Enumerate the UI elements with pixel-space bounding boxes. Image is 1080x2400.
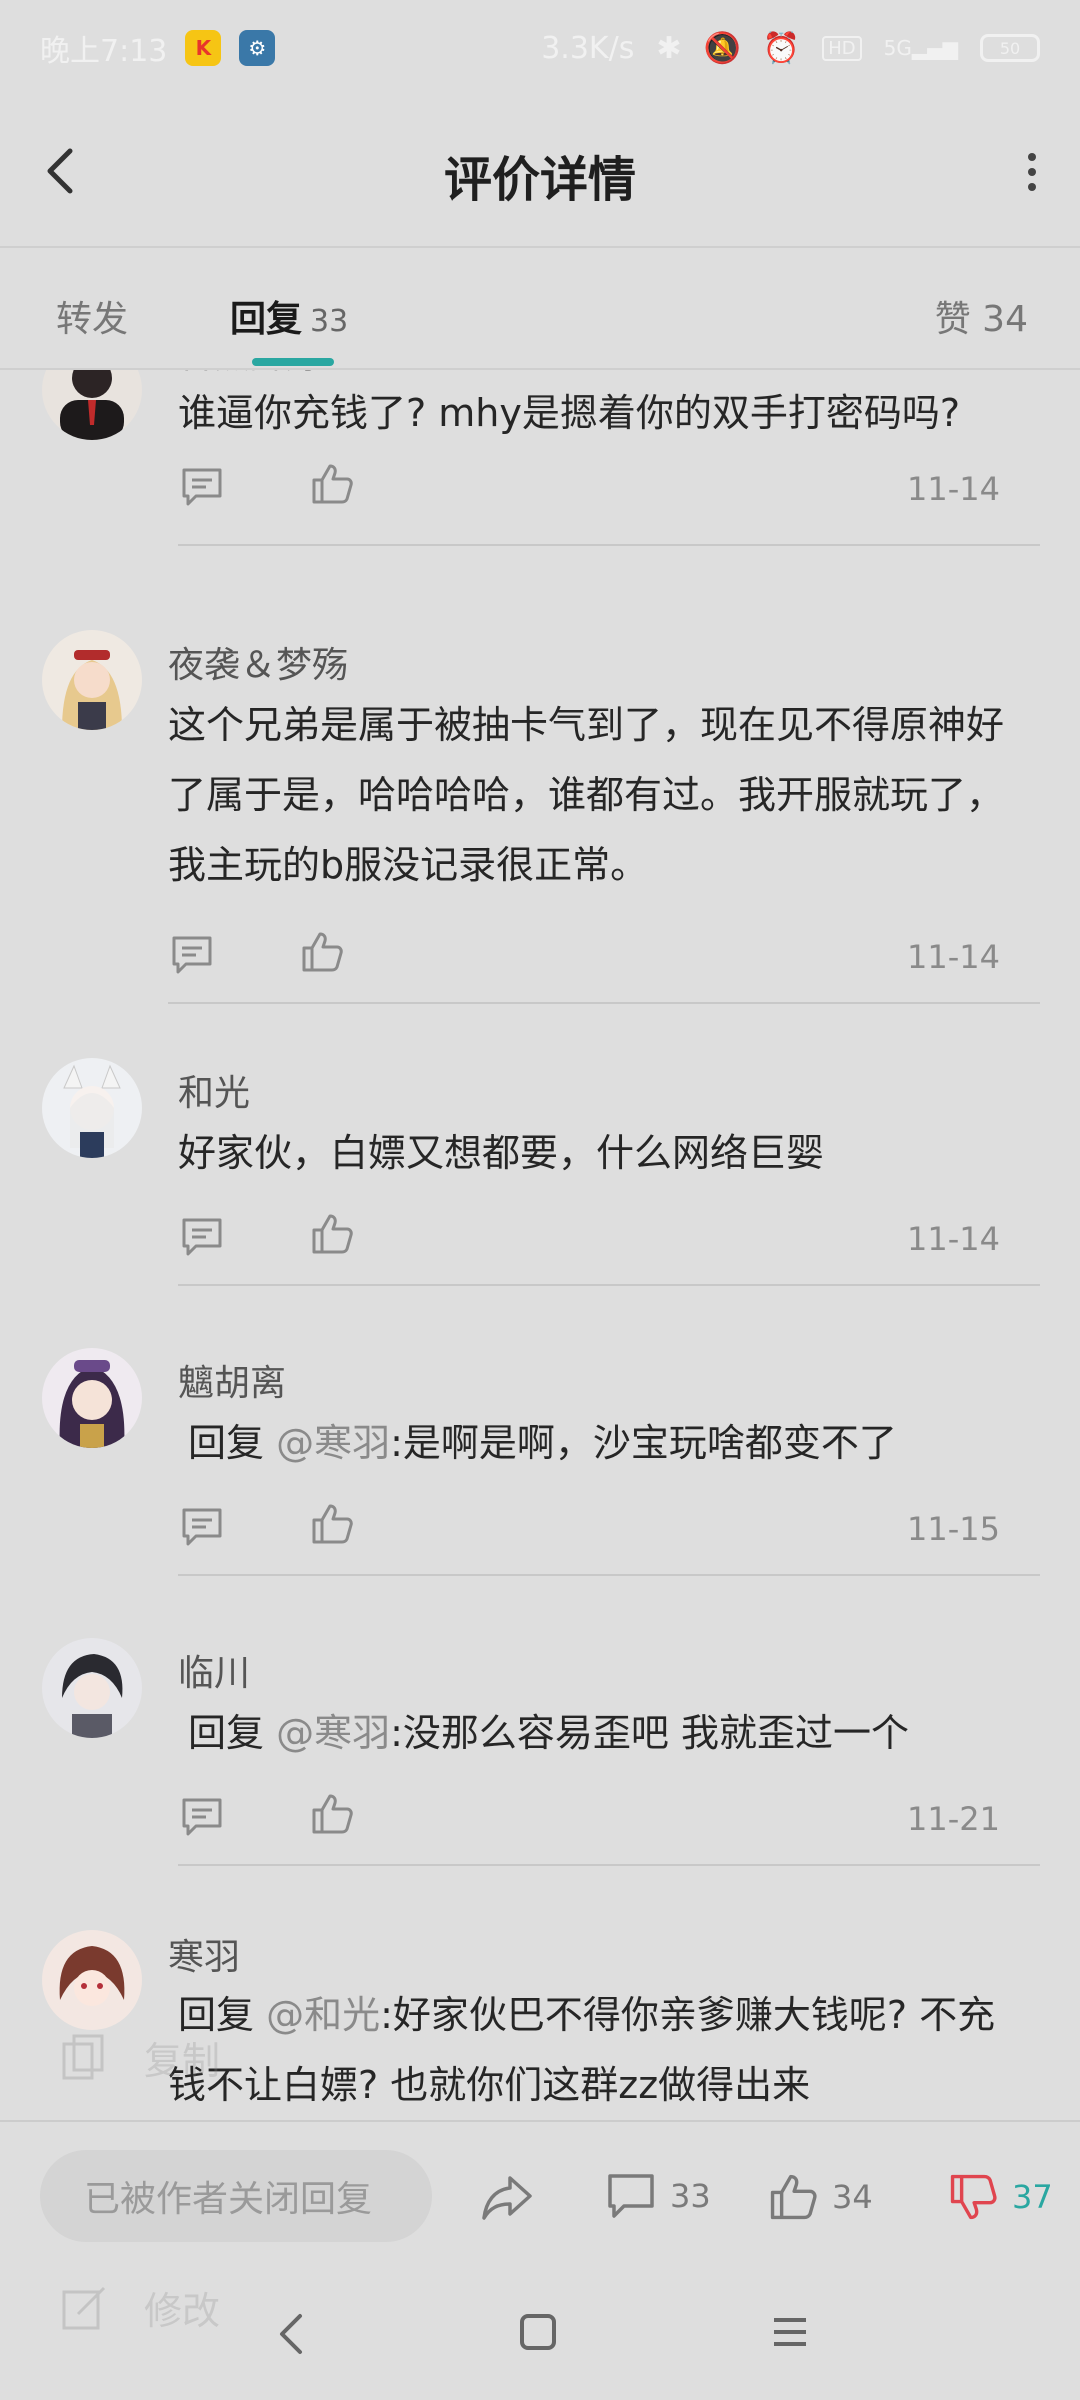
tab-reply[interactable]: 回复 33 [230,290,348,342]
settings-notification-icon: ⚙ [239,30,276,66]
comments-button[interactable]: 33 [606,2172,711,2220]
list-item: 临川 回复 @寒羽:没那么容易歪吧 我就歪过一个 11-21 [0,1638,1080,1888]
reply-list[interactable]: 香蕉酥好吃 谁逼你充钱了? mhy是摁着你的双手打密码吗? 11-14 夜袭＆梦… [0,370,1080,2120]
tab-reply-count: 33 [310,304,349,339]
share-button[interactable] [480,2172,534,2222]
divider [168,1002,1040,1004]
reply-closed-input[interactable]: 已被作者关闭回复 [40,2150,432,2242]
list-item: 和光 好家伙，白嫖又想都要，什么网络巨婴 11-14 [0,1058,1080,1308]
status-bar: 晚上7:13 K ⚙ 3.3K/s ✱ 🔕 ⏰ HD 5G▂▄▆ 50 [0,0,1080,96]
share-icon [482,2176,532,2220]
divider [178,1574,1040,1576]
mention-link[interactable]: @寒羽 [276,1421,390,1465]
status-time: 晚上7:13 [40,34,168,69]
dislike-button[interactable]: 37 [948,2172,1053,2222]
like-icon[interactable] [310,462,354,506]
comment-date: 11-21 [907,1800,1000,1838]
reply-icon[interactable] [180,1216,224,1260]
like-icon[interactable] [310,1792,354,1836]
reply-prefix: 回复 [188,1421,265,1465]
comment-count: 33 [670,2177,711,2215]
active-tab-indicator [252,358,334,366]
system-nav-bar [0,2270,1080,2400]
comment-actions: 11-15 [180,1498,1000,1558]
list-item: 夜袭＆梦殇 这个兄弟是属于被抽卡气到了，现在见不得原神好了属于是，哈哈哈哈，谁都… [0,630,1080,1020]
list-item: 魑胡离 回复 @寒羽:是啊是啊，沙宝玩啥都变不了 11-15 [0,1348,1080,1598]
divider [178,1864,1040,1866]
divider [178,544,1040,546]
like-icon[interactable] [310,1212,354,1256]
notification-app-icon: K [185,30,222,66]
dislike-count: 37 [1012,2178,1053,2216]
comment-username[interactable]: 魑胡离 [178,1354,286,1406]
copy-icon [62,2034,104,2079]
battery-icon: 50 [980,34,1040,62]
app-header: 评价详情 [0,96,1080,248]
comment-actions: 11-21 [180,1788,1000,1848]
tab-bar: 转发 回复 33 赞 34 [0,248,1080,370]
nav-home-icon[interactable] [518,2312,558,2352]
avatar[interactable] [42,1638,142,1738]
thumbs-down-icon [950,2174,997,2220]
mute-icon: 🔕 [703,30,741,66]
comment-date: 11-14 [907,938,1000,976]
list-item: 香蕉酥好吃 谁逼你充钱了? mhy是摁着你的双手打密码吗? 11-14 [0,370,1080,570]
comment-content: 这个兄弟是属于被抽卡气到了，现在见不得原神好了属于是，哈哈哈哈，谁都有过。我开服… [168,703,1005,887]
alarm-icon: ⏰ [762,30,801,66]
comment-username[interactable]: 临川 [178,1644,250,1696]
copy-label: 复制 [144,2039,221,2083]
like-button[interactable]: 34 [768,2172,873,2222]
tab-repost[interactable]: 转发 [56,290,128,342]
reply-icon[interactable] [170,934,214,978]
bottom-action-bar: 已被作者关闭回复 33 34 37 [0,2120,1080,2270]
more-options-icon[interactable] [1024,152,1040,192]
avatar[interactable] [42,370,142,440]
comment-username[interactable]: 寒羽 [168,1928,240,1980]
comment-date: 11-14 [907,470,1000,508]
nav-back-icon[interactable] [276,2312,306,2356]
comment-username[interactable]: 和光 [178,1064,250,1116]
comment-actions: 11-14 [170,926,1000,986]
comment-content: 回复 @寒羽:是啊是啊，沙宝玩啥都变不了 [188,1408,1048,1478]
like-count: 34 [832,2178,873,2216]
avatar[interactable] [42,1348,142,1448]
page-title: 评价详情 [443,152,636,208]
comment-text: :是啊是啊，沙宝玩啥都变不了 [390,1421,897,1465]
like-icon[interactable] [310,1502,354,1546]
comment-content: 回复 @寒羽:没那么容易歪吧 我就歪过一个 [188,1698,1048,1768]
reply-icon[interactable] [180,1796,224,1840]
tab-likes[interactable]: 赞 34 [935,290,1028,342]
comment-content: 谁逼你充钱了? mhy是摁着你的双手打密码吗? [178,391,961,435]
comment-icon [608,2174,654,2218]
reply-closed-text: 已被作者关闭回复 [84,2179,373,2220]
comment-actions: 11-14 [180,458,1000,518]
comment-text: :没那么容易歪吧 我就歪过一个 [390,1711,910,1755]
mention-link[interactable]: @寒羽 [276,1711,390,1755]
reply-icon[interactable] [180,1506,224,1550]
comment-actions: 11-14 [180,1208,1000,1268]
like-icon[interactable] [300,930,344,974]
comment-username[interactable]: 香蕉酥好吃 [178,370,358,378]
bluetooth-icon: ✱ [656,30,682,66]
divider [178,1284,1040,1286]
reply-icon[interactable] [180,466,224,510]
reply-prefix: 回复 [188,1711,265,1755]
comment-username[interactable]: 夜袭＆梦殇 [168,636,348,688]
avatar[interactable] [42,630,142,730]
comment-date: 11-15 [907,1510,1000,1548]
nav-menu-icon[interactable] [770,2312,810,2352]
comment-date: 11-14 [907,1220,1000,1258]
comment-content: 好家伙，白嫖又想都要，什么网络巨婴 [178,1131,825,1175]
net-speed: 3.3K/s [541,30,635,66]
tab-reply-label: 回复 [230,299,303,340]
thumbs-up-icon [770,2174,817,2220]
signal-icon: 5G▂▄▆ [883,36,958,60]
avatar[interactable] [42,1058,142,1158]
hd-icon: HD [822,35,862,61]
